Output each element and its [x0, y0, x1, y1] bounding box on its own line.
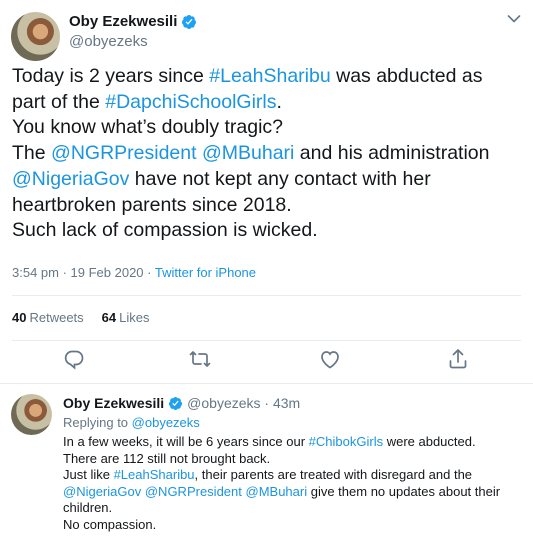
tweet-text: Today is 2 years since #LeahSharibu was …	[12, 64, 522, 244]
retweet-icon[interactable]	[188, 347, 212, 371]
reply-line: No compassion.	[63, 516, 157, 532]
tweet-stats: 40 Retweets 64 Likes	[12, 310, 150, 325]
reply-line: In a few weeks, it will be 6 years since…	[63, 434, 476, 449]
reply-icon[interactable]	[62, 347, 86, 371]
mention-link[interactable]: @NigeriaGov	[63, 484, 141, 499]
reply-line: children.	[63, 500, 113, 515]
avatar[interactable]	[11, 12, 60, 61]
source-link[interactable]: Twitter for iPhone	[155, 265, 256, 280]
reply-display-name[interactable]: Oby Ezekwesili	[63, 395, 164, 411]
retweets-stat[interactable]: 40 Retweets	[12, 310, 84, 325]
mention-link[interactable]: @NGRPresident	[51, 142, 197, 164]
hashtag-link[interactable]: #DapchiSchoolGirls	[105, 91, 276, 113]
chevron-down-icon[interactable]	[507, 14, 521, 24]
verified-icon	[182, 14, 197, 29]
mention-link[interactable]: @NGRPresident	[145, 484, 242, 499]
like-icon[interactable]	[318, 347, 342, 371]
reply-line: @NigeriaGov @NGRPresident @MBuhari give …	[63, 483, 501, 499]
tweet-line: You know what’s doubly tragic?	[12, 116, 284, 139]
tweet-line: Today is 2 years since #LeahSharibu was …	[12, 65, 483, 87]
hashtag-link[interactable]: #ChibokGirls	[309, 434, 383, 449]
reply-handle-time[interactable]: @obyezeks · 43m	[187, 395, 300, 411]
mention-link[interactable]: @MBuhari	[246, 484, 308, 499]
hashtag-link[interactable]: #LeahSharibu	[209, 65, 330, 87]
tweet-line: @NigeriaGov have not kept any contact wi…	[12, 167, 431, 190]
divider	[12, 340, 521, 341]
tweet-line: heartbroken parents since 2018.	[12, 193, 292, 216]
action-bar	[0, 347, 533, 375]
reply-author-row: Oby Ezekwesili @obyezeks · 43m	[63, 395, 300, 411]
reply-line: Just like #LeahSharibu, their parents ar…	[63, 467, 473, 482]
tweet-line: part of the #DapchiSchoolGirls.	[12, 90, 282, 113]
tweet-meta: 3:54 pm · 19 Feb 2020 · Twitter for iPho…	[12, 265, 256, 280]
divider	[12, 295, 521, 296]
mention-link[interactable]: @MBuhari	[202, 142, 294, 164]
author-row: Oby Ezekwesili	[69, 13, 197, 30]
replying-to-link[interactable]: @obyezeks	[132, 415, 200, 430]
share-icon[interactable]	[446, 347, 470, 371]
author-handle[interactable]: @obyezeks	[69, 33, 148, 50]
divider	[0, 383, 533, 384]
likes-stat[interactable]: 64 Likes	[102, 310, 150, 325]
tweet-line: Such lack of compassion is wicked.	[12, 219, 318, 242]
display-name[interactable]: Oby Ezekwesili	[69, 13, 177, 30]
reply-avatar[interactable]	[11, 394, 52, 435]
tweet-line: The @NGRPresident @MBuhari and his admin…	[12, 142, 490, 165]
hashtag-link[interactable]: #LeahSharibu	[114, 467, 195, 482]
mention-link[interactable]: @NigeriaGov	[12, 168, 129, 190]
verified-icon	[169, 396, 183, 410]
reply-text: In a few weeks, it will be 6 years since…	[63, 434, 531, 533]
replying-to: Replying to @obyezeks	[63, 415, 200, 430]
timestamp[interactable]: 3:54 pm · 19 Feb 2020 ·	[12, 265, 155, 280]
reply-line: There are 112 still not brought back.	[63, 450, 271, 466]
